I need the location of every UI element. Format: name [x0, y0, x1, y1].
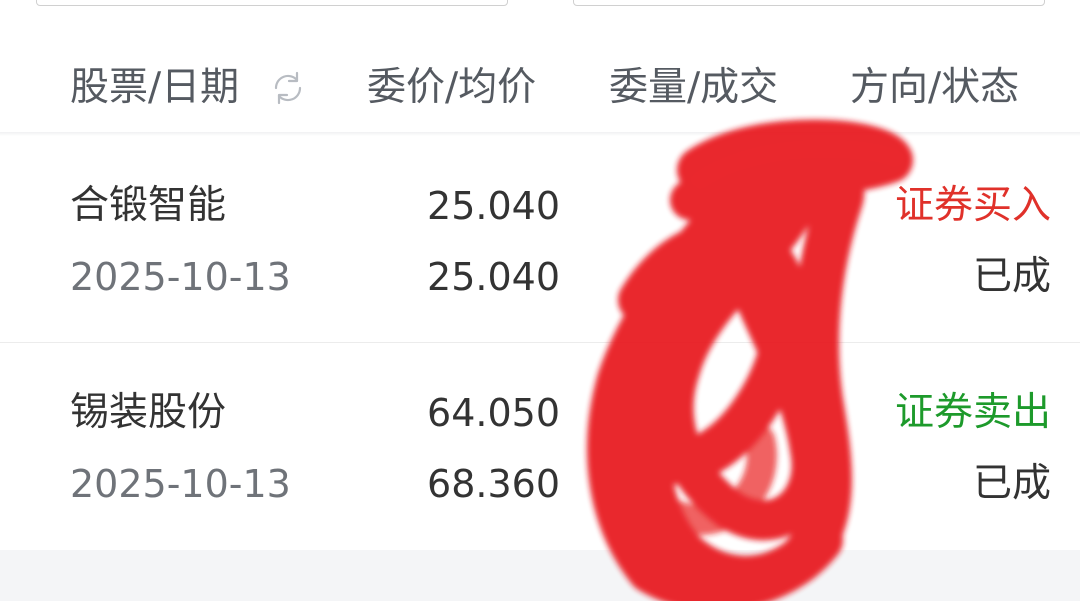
order-status: 已成 [972, 254, 1051, 299]
order-row[interactable]: 合锻智能 2025-10-13 25.040 25.040 证券买入 已成 [0, 136, 1080, 342]
average-price: 68.360 [427, 462, 560, 506]
order-date: 2025-10-13 [70, 255, 291, 299]
order-date: 2025-10-13 [70, 462, 291, 506]
table-header: 股票/日期 委价/均价 委量/成交 方向/状态 [0, 56, 1080, 120]
refresh-icon[interactable] [268, 68, 308, 108]
stock-name: 锡装股份 [70, 390, 227, 435]
stock-name: 合锻智能 [70, 183, 227, 228]
order-row[interactable]: 锡装股份 2025-10-13 64.050 68.360 证券卖出 已成 [0, 343, 1080, 549]
order-price: 25.040 [427, 184, 560, 228]
header-stock-date: 股票/日期 [70, 65, 240, 110]
bottom-background [0, 550, 1080, 601]
order-status: 已成 [972, 461, 1051, 506]
order-price: 64.050 [427, 391, 560, 435]
orders-page: 股票/日期 委价/均价 委量/成交 方向/状态 合锻智能 2025-10-13 … [0, 0, 1080, 601]
average-price: 25.040 [427, 255, 560, 299]
order-direction: 证券买入 [894, 183, 1051, 228]
header-direction-status: 方向/状态 [850, 65, 1020, 110]
header-price-avg: 委价/均价 [367, 65, 537, 110]
header-qty-deal: 委量/成交 [609, 65, 779, 110]
top-input-right[interactable] [573, 0, 1045, 6]
order-direction: 证券卖出 [894, 390, 1051, 435]
top-input-left[interactable] [36, 0, 508, 6]
